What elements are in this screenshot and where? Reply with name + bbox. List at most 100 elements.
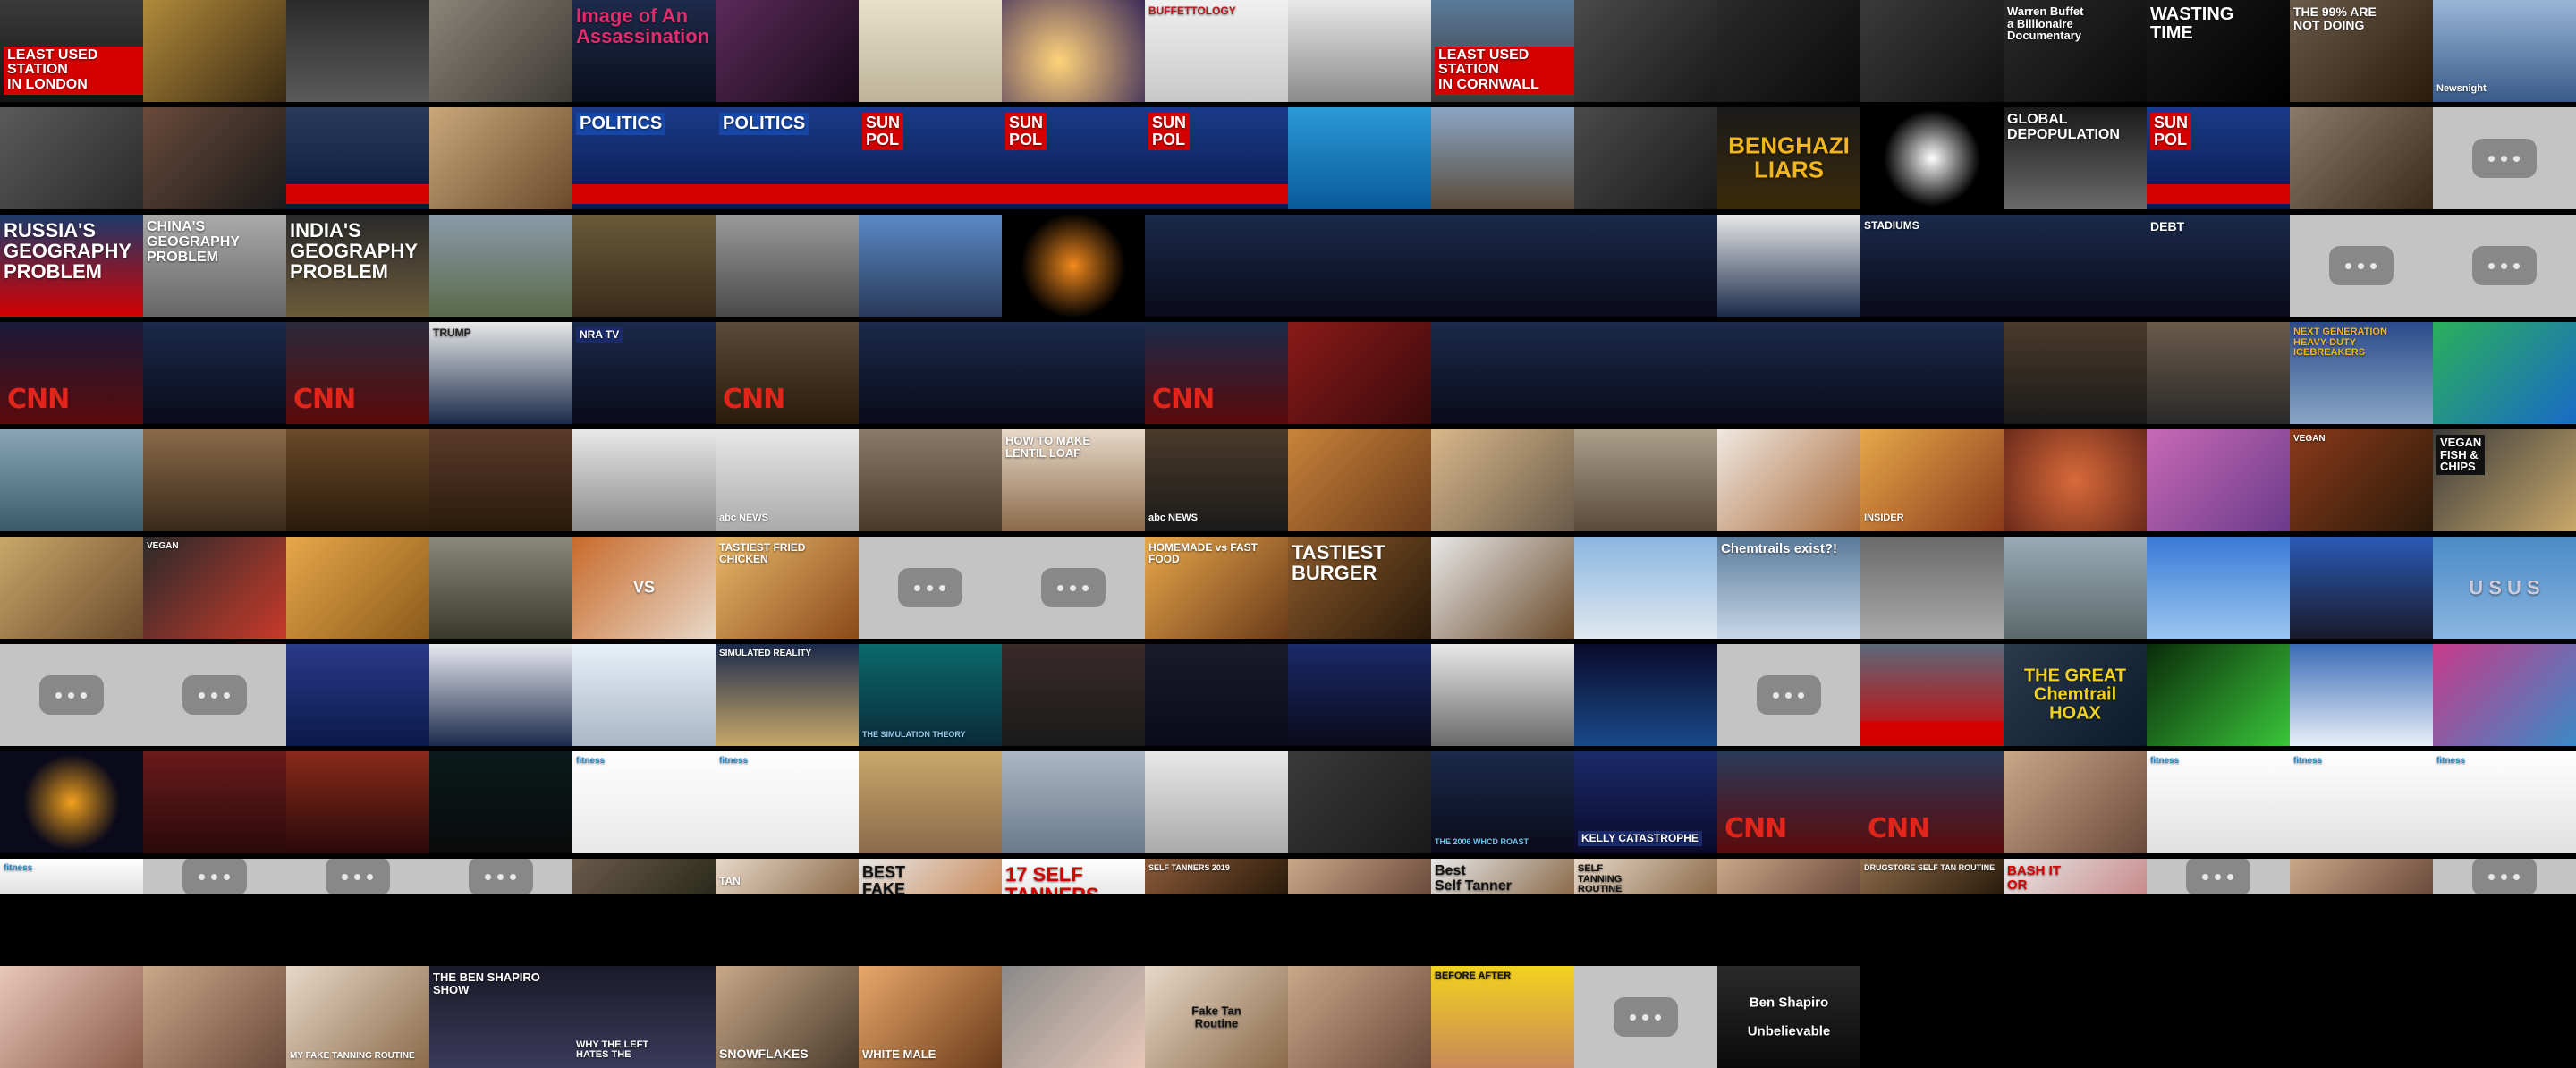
video-thumbnail[interactable]: [0, 751, 143, 853]
video-thumbnail[interactable]: POLITICS: [572, 107, 716, 209]
video-thumbnail[interactable]: [572, 215, 716, 317]
video-thumbnail[interactable]: [1002, 215, 1145, 317]
video-thumbnail[interactable]: [1860, 322, 2004, 424]
video-thumbnail[interactable]: CNN: [1145, 322, 1288, 424]
video-thumbnail[interactable]: Image of An Assassination: [572, 0, 716, 102]
thumbnail-placeholder[interactable]: [143, 859, 286, 894]
video-thumbnail[interactable]: [2147, 429, 2290, 531]
video-thumbnail[interactable]: [286, 751, 429, 853]
video-thumbnail[interactable]: WASTING TIME: [2147, 0, 2290, 102]
video-thumbnail[interactable]: [2147, 322, 2290, 424]
video-thumbnail[interactable]: [1288, 107, 1431, 209]
video-thumbnail[interactable]: [1717, 0, 1860, 102]
video-thumbnail[interactable]: BEFORE AFTER: [1431, 966, 1574, 1068]
video-thumbnail[interactable]: [1431, 322, 1574, 424]
video-thumbnail[interactable]: [1574, 215, 1717, 317]
video-thumbnail[interactable]: [1717, 322, 1860, 424]
video-thumbnail[interactable]: [143, 322, 286, 424]
video-thumbnail[interactable]: NEXT GENERATION HEAVY-DUTY ICEBREAKERS: [2290, 322, 2433, 424]
video-thumbnail[interactable]: [1145, 751, 1288, 853]
video-thumbnail[interactable]: abc NEWS: [1145, 429, 1288, 531]
video-thumbnail[interactable]: [2433, 322, 2576, 424]
video-thumbnail[interactable]: CNN: [286, 322, 429, 424]
video-thumbnail[interactable]: [143, 751, 286, 853]
video-thumbnail[interactable]: VS: [572, 537, 716, 639]
video-thumbnail[interactable]: TASTIEST FRIED CHICKEN: [716, 537, 859, 639]
video-thumbnail[interactable]: [286, 429, 429, 531]
video-thumbnail[interactable]: [1145, 215, 1288, 317]
video-thumbnail[interactable]: [859, 322, 1002, 424]
video-thumbnail[interactable]: fitness: [2433, 751, 2576, 853]
video-thumbnail[interactable]: [1002, 644, 1145, 746]
video-thumbnail[interactable]: Chemtrails exist?!: [1717, 537, 1860, 639]
video-thumbnail[interactable]: THE GREAT Chemtrail HOAX: [2004, 644, 2147, 746]
video-thumbnail[interactable]: [286, 644, 429, 746]
video-thumbnail[interactable]: [716, 215, 859, 317]
thumbnail-placeholder[interactable]: [1002, 537, 1145, 639]
video-thumbnail[interactable]: [0, 966, 143, 1068]
video-thumbnail[interactable]: STADIUMS: [1860, 215, 2004, 317]
video-thumbnail[interactable]: [1574, 644, 1717, 746]
video-thumbnail[interactable]: fitness: [572, 751, 716, 853]
video-thumbnail[interactable]: BENGHAZI LIARS: [1717, 107, 1860, 209]
video-thumbnail[interactable]: [0, 429, 143, 531]
video-thumbnail[interactable]: [1288, 429, 1431, 531]
video-thumbnail[interactable]: [1431, 107, 1574, 209]
video-thumbnail[interactable]: fitness: [2147, 751, 2290, 853]
video-thumbnail[interactable]: SUN POL: [1145, 107, 1288, 209]
video-thumbnail[interactable]: TASTIEST BURGER: [1288, 537, 1431, 639]
video-thumbnail[interactable]: abc NEWS: [716, 429, 859, 531]
video-thumbnail[interactable]: TAN: [716, 859, 859, 894]
video-thumbnail[interactable]: [1288, 0, 1431, 102]
video-thumbnail[interactable]: fitness: [716, 751, 859, 853]
video-thumbnail[interactable]: SUN POL: [859, 107, 1002, 209]
video-thumbnail[interactable]: [1431, 215, 1574, 317]
video-thumbnail[interactable]: [2004, 429, 2147, 531]
video-thumbnail[interactable]: [1860, 0, 2004, 102]
video-thumbnail[interactable]: U S U S: [2433, 537, 2576, 639]
video-thumbnail[interactable]: Warren Buffet a Billionaire Documentary: [2004, 0, 2147, 102]
video-thumbnail[interactable]: [1002, 966, 1145, 1068]
video-thumbnail[interactable]: KELLY CATASTROPHE: [1574, 751, 1717, 853]
video-thumbnail[interactable]: [1431, 429, 1574, 531]
video-thumbnail[interactable]: CNN: [1860, 751, 2004, 853]
video-thumbnail[interactable]: [429, 107, 572, 209]
video-thumbnail[interactable]: [1717, 429, 1860, 531]
video-thumbnail[interactable]: WHITE MALE: [859, 966, 1002, 1068]
video-thumbnail[interactable]: DEBT: [2147, 215, 2290, 317]
video-thumbnail[interactable]: [286, 537, 429, 639]
video-thumbnail[interactable]: [1288, 966, 1431, 1068]
video-thumbnail[interactable]: [2290, 859, 2433, 894]
thumbnail-placeholder[interactable]: [143, 644, 286, 746]
video-thumbnail[interactable]: POLITICS: [716, 107, 859, 209]
thumbnail-placeholder[interactable]: [2290, 215, 2433, 317]
video-thumbnail[interactable]: [429, 215, 572, 317]
video-thumbnail[interactable]: TRUMP: [429, 322, 572, 424]
video-thumbnail[interactable]: THE 99% ARE NOT DOING: [2290, 0, 2433, 102]
video-thumbnail[interactable]: [572, 859, 716, 894]
thumbnail-placeholder[interactable]: [2433, 215, 2576, 317]
video-thumbnail[interactable]: [1574, 107, 1717, 209]
video-thumbnail[interactable]: CHINA'S GEOGRAPHY PROBLEM: [143, 215, 286, 317]
video-thumbnail[interactable]: [2004, 751, 2147, 853]
video-thumbnail[interactable]: [2433, 644, 2576, 746]
thumbnail-placeholder[interactable]: [0, 644, 143, 746]
video-thumbnail[interactable]: BEST FAKE TAN: [859, 859, 1002, 894]
video-thumbnail[interactable]: [572, 644, 716, 746]
video-thumbnail[interactable]: [1860, 644, 2004, 746]
video-thumbnail[interactable]: VEGAN: [143, 537, 286, 639]
video-thumbnail[interactable]: Fake Tan Routine: [1145, 966, 1288, 1068]
thumbnail-placeholder[interactable]: [1574, 966, 1717, 1068]
video-thumbnail[interactable]: [1431, 644, 1574, 746]
video-thumbnail[interactable]: [859, 215, 1002, 317]
thumbnail-placeholder[interactable]: [2433, 107, 2576, 209]
video-thumbnail[interactable]: WHY THE LEFT HATES THE: [572, 966, 716, 1068]
video-thumbnail[interactable]: [2004, 215, 2147, 317]
video-thumbnail[interactable]: [143, 0, 286, 102]
video-thumbnail[interactable]: [1717, 859, 1860, 894]
video-thumbnail[interactable]: SUN POL: [1002, 107, 1145, 209]
video-thumbnail[interactable]: DRUGSTORE SELF TAN ROUTINE: [1860, 859, 2004, 894]
video-thumbnail[interactable]: BASH IT OR BUY IT: [2004, 859, 2147, 894]
video-thumbnail[interactable]: [859, 0, 1002, 102]
video-thumbnail[interactable]: [143, 107, 286, 209]
